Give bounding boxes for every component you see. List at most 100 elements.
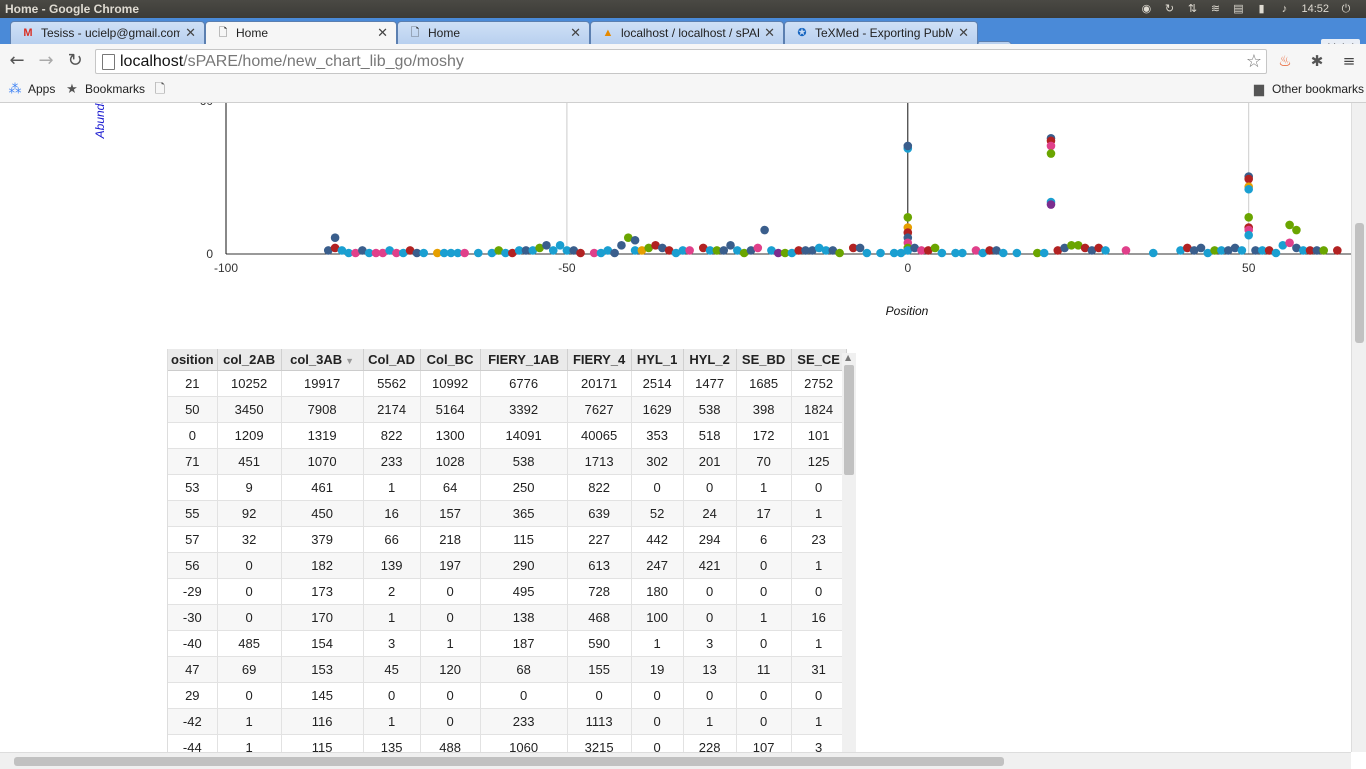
table-cell[interactable]: 538 xyxy=(683,396,737,423)
table-cell[interactable]: 218 xyxy=(420,526,481,553)
table-cell[interactable]: 6776 xyxy=(480,370,568,397)
page-horizontal-scroll-thumb[interactable] xyxy=(14,757,1004,766)
table-cell[interactable]: 398 xyxy=(736,396,792,423)
data-point[interactable] xyxy=(930,243,940,253)
table-cell[interactable]: 1713 xyxy=(567,448,632,475)
column-header[interactable]: SE_BD xyxy=(736,349,792,371)
page-bookmark[interactable]: 🗋 xyxy=(153,82,167,96)
battery-icon[interactable]: ▮ xyxy=(1255,3,1267,15)
table-cell[interactable]: 20171 xyxy=(567,370,632,397)
forward-icon[interactable]: → xyxy=(36,51,56,71)
table-cell[interactable]: 1477 xyxy=(683,370,737,397)
table-cell[interactable]: 56 xyxy=(168,552,218,579)
table-cell[interactable]: 154 xyxy=(281,630,364,657)
table-cell[interactable]: 7627 xyxy=(567,396,632,423)
table-cell[interactable]: 155 xyxy=(567,656,632,683)
table-cell[interactable]: 172 xyxy=(736,422,792,449)
table-cell[interactable]: 170 xyxy=(281,604,364,631)
table-cell[interactable]: 233 xyxy=(480,708,568,735)
table-row[interactable]: 57 32 379 66 218 115 227 442 294 6 23 xyxy=(168,526,847,553)
table-cell[interactable]: 1 xyxy=(791,630,847,657)
table-cell[interactable]: 2752 xyxy=(791,370,847,397)
table-cell[interactable]: 1 xyxy=(736,474,792,501)
table-cell[interactable]: 461 xyxy=(281,474,364,501)
table-cell[interactable]: 3 xyxy=(683,630,737,657)
column-header[interactable]: osition xyxy=(168,349,218,371)
column-header[interactable]: HYL_1 xyxy=(631,349,684,371)
table-cell[interactable]: 1 xyxy=(791,500,847,527)
column-header[interactable]: HYL_2 xyxy=(683,349,737,371)
sort-desc-icon[interactable]: ▼ xyxy=(345,356,354,366)
table-cell[interactable]: 21 xyxy=(168,370,218,397)
table-cell[interactable]: 1 xyxy=(683,708,737,735)
data-point[interactable] xyxy=(630,235,640,245)
table-cell[interactable]: 1 xyxy=(736,604,792,631)
table-cell[interactable]: 1 xyxy=(363,708,421,735)
column-header[interactable]: col_2AB xyxy=(217,349,282,371)
tab-home-active[interactable]: 🗋 Home ✕ xyxy=(205,21,397,45)
data-point[interactable] xyxy=(835,248,844,258)
table-cell[interactable]: -40 xyxy=(168,630,218,657)
table-cell[interactable]: 488 xyxy=(420,734,481,752)
table-cell[interactable]: 0 xyxy=(683,578,737,605)
table-cell[interactable]: 233 xyxy=(363,448,421,475)
power-icon[interactable]: ⏻ xyxy=(1340,3,1352,15)
table-cell[interactable]: 227 xyxy=(567,526,632,553)
data-point[interactable] xyxy=(1196,243,1206,253)
tab-home[interactable]: 🗋 Home ✕ xyxy=(397,21,590,44)
data-point[interactable] xyxy=(576,248,585,258)
data-point[interactable] xyxy=(726,241,735,250)
apps-bookmark[interactable]: ⁂ Apps xyxy=(8,82,56,97)
table-row[interactable]: 47 69 153 45 120 68 155 19 13 11 31 xyxy=(168,656,847,683)
table-row[interactable]: -30 0 170 1 0 138 468 100 0 1 16 xyxy=(168,604,847,631)
table-cell[interactable]: 1824 xyxy=(791,396,847,423)
data-point[interactable] xyxy=(937,248,947,258)
table-cell[interactable]: 197 xyxy=(420,552,481,579)
table-cell[interactable]: 0 xyxy=(567,682,632,709)
data-point[interactable] xyxy=(460,248,469,258)
table-cell[interactable]: 3215 xyxy=(567,734,632,752)
volume-icon[interactable]: ♪ xyxy=(1278,3,1290,15)
data-point[interactable] xyxy=(1333,246,1342,255)
bookmark-star-icon[interactable]: ☆ xyxy=(1246,51,1262,72)
table-cell[interactable]: 247 xyxy=(631,552,684,579)
table-cell[interactable]: 495 xyxy=(480,578,568,605)
table-cell[interactable]: 16 xyxy=(791,604,847,631)
data-point[interactable] xyxy=(998,248,1008,258)
table-cell[interactable]: 125 xyxy=(791,448,847,475)
data-point[interactable] xyxy=(958,248,967,258)
data-point[interactable] xyxy=(760,225,769,235)
table-cell[interactable]: 728 xyxy=(567,578,632,605)
table-row[interactable]: -42 1 116 1 0 233 1113 0 1 0 1 xyxy=(168,708,847,735)
data-point[interactable] xyxy=(1012,248,1022,258)
table-scroll-thumb[interactable] xyxy=(844,365,854,475)
table-row[interactable]: -29 0 173 2 0 495 728 180 0 0 0 xyxy=(168,578,847,605)
table-cell[interactable]: 53 xyxy=(168,474,218,501)
data-point[interactable] xyxy=(1292,225,1301,235)
table-cell[interactable]: 0 xyxy=(736,708,792,735)
page-vertical-scroll-thumb[interactable] xyxy=(1355,223,1364,343)
data-point[interactable] xyxy=(685,246,694,255)
table-cell[interactable]: 57 xyxy=(168,526,218,553)
table-cell[interactable]: 0 xyxy=(631,734,684,752)
table-cell[interactable]: 116 xyxy=(281,708,364,735)
table-cell[interactable]: 47 xyxy=(168,656,218,683)
table-cell[interactable]: 0 xyxy=(791,682,847,709)
table-cell[interactable]: 0 xyxy=(736,578,792,605)
table-cell[interactable]: 538 xyxy=(480,448,568,475)
table-row[interactable]: 71 451 1070 233 1028 538 1713 302 201 70 125 xyxy=(168,448,847,475)
table-cell[interactable]: 0 xyxy=(683,474,737,501)
table-cell[interactable]: 0 xyxy=(631,474,684,501)
table-cell[interactable]: 1319 xyxy=(281,422,364,449)
table-cell[interactable]: 70 xyxy=(736,448,792,475)
data-point[interactable] xyxy=(1244,174,1253,184)
table-cell[interactable]: 0 xyxy=(683,604,737,631)
table-cell[interactable]: 19917 xyxy=(281,370,364,397)
table-cell[interactable]: 0 xyxy=(420,708,481,735)
table-row[interactable]: 0 1209 1319 822 1300 14091 40065 353 518 172 101 xyxy=(168,422,847,449)
table-cell[interactable]: 365 xyxy=(480,500,568,527)
table-cell[interactable]: 822 xyxy=(567,474,632,501)
table-cell[interactable]: 24 xyxy=(683,500,737,527)
table-cell[interactable]: 1070 xyxy=(281,448,364,475)
table-cell[interactable]: 10252 xyxy=(217,370,282,397)
